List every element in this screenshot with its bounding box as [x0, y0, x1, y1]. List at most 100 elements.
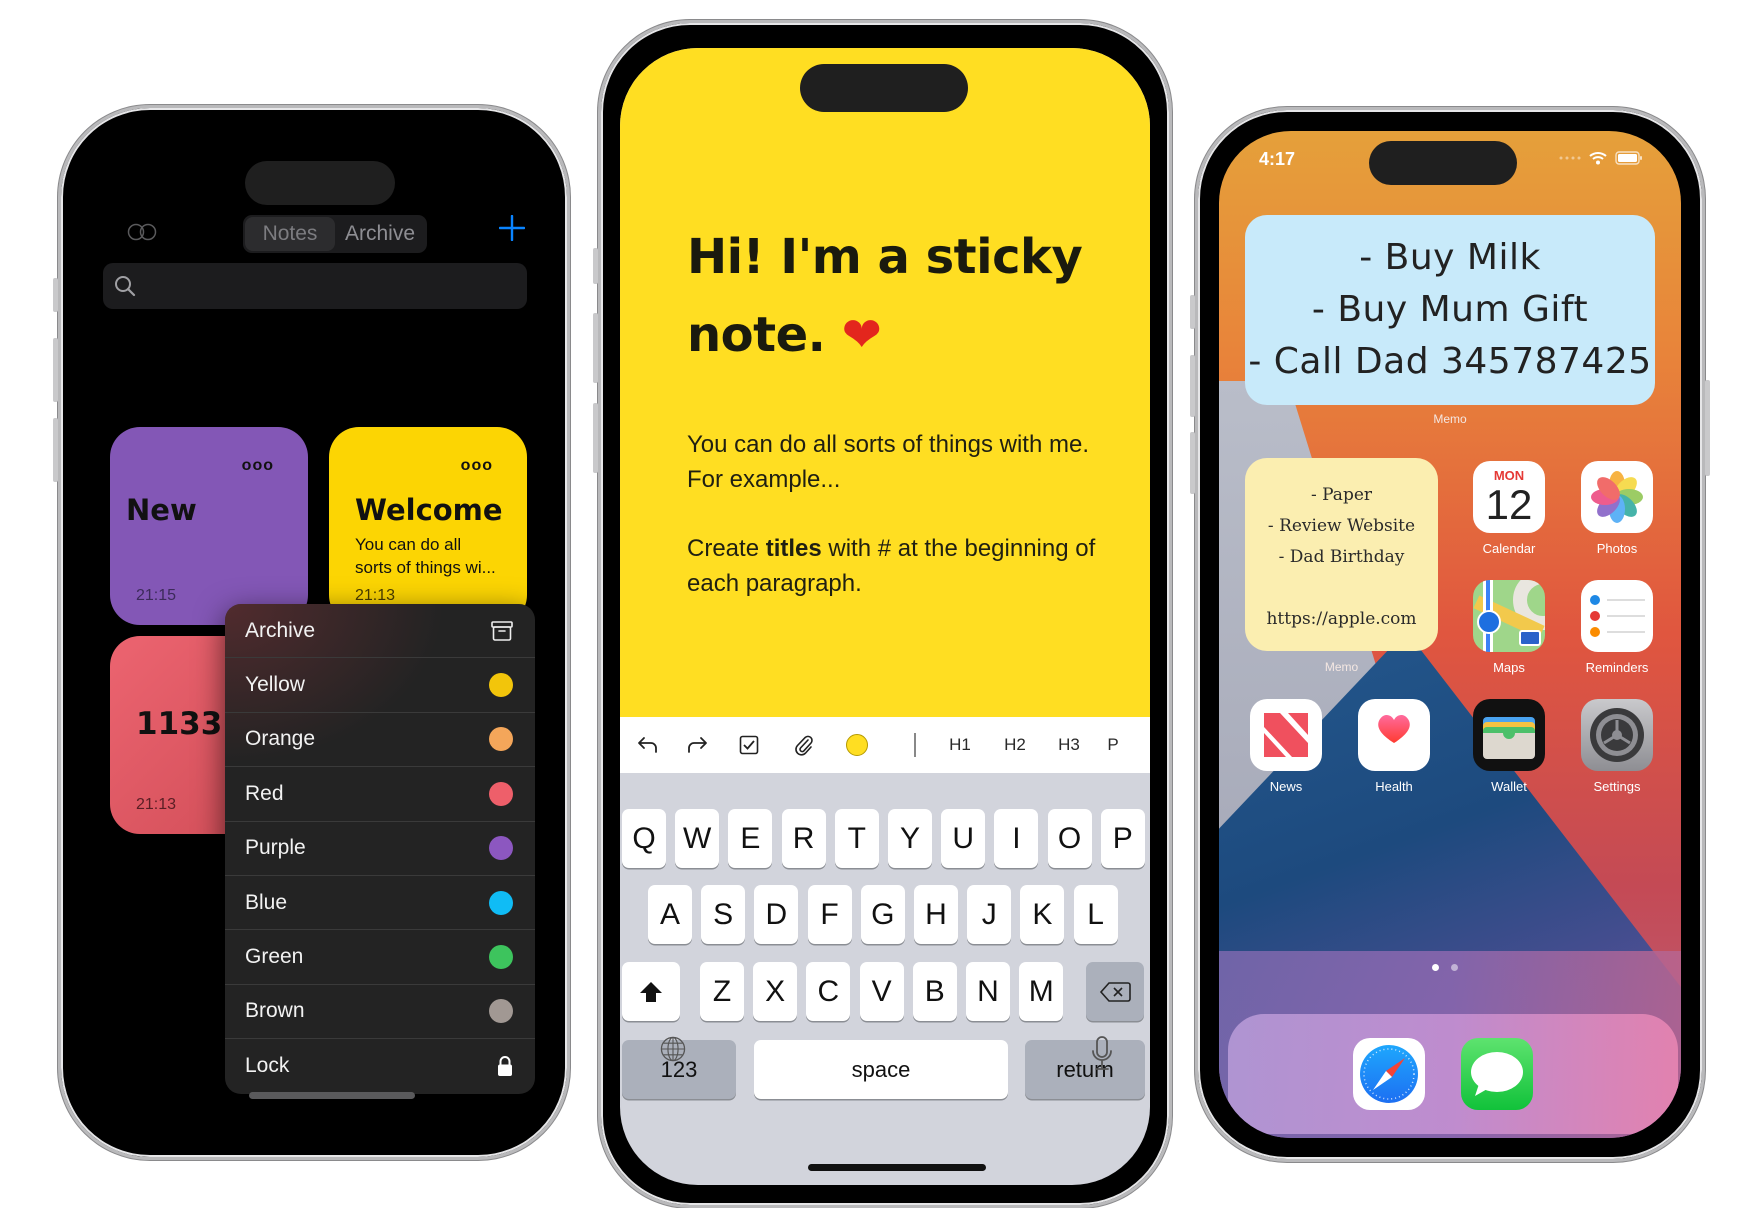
- search-field[interactable]: [103, 263, 527, 309]
- app-settings[interactable]: Settings: [1581, 699, 1653, 794]
- preview-line: sorts of things wi...: [355, 558, 496, 577]
- key-a[interactable]: A: [648, 885, 692, 944]
- backspace-key[interactable]: [1086, 962, 1144, 1021]
- app-reminders[interactable]: Reminders: [1581, 580, 1653, 675]
- key-d[interactable]: D: [754, 885, 799, 944]
- globe-button[interactable]: [660, 1036, 686, 1062]
- key-s[interactable]: S: [701, 885, 746, 944]
- dock-app-messages[interactable]: [1461, 1038, 1533, 1110]
- key-g[interactable]: G: [860, 885, 905, 944]
- heading1-button[interactable]: H1: [940, 717, 980, 773]
- key-k[interactable]: K: [1020, 885, 1065, 944]
- key-o[interactable]: O: [1047, 809, 1092, 868]
- home-indicator[interactable]: [808, 1164, 986, 1171]
- app-health[interactable]: Health: [1358, 699, 1430, 794]
- key-u[interactable]: U: [941, 809, 986, 868]
- key-x[interactable]: X: [753, 962, 798, 1021]
- key-r[interactable]: R: [781, 809, 826, 868]
- key-p[interactable]: P: [1100, 809, 1145, 868]
- more-options-icon[interactable]: ooo: [461, 457, 493, 475]
- key-e[interactable]: E: [728, 809, 773, 868]
- cellular-signal-icon: [1559, 156, 1581, 160]
- note-card-welcome[interactable]: ooo Welcome You can do all sorts of thin…: [329, 427, 527, 625]
- checklist-button[interactable]: [729, 717, 769, 773]
- key-i[interactable]: I: [994, 809, 1039, 868]
- key-q[interactable]: Q: [622, 809, 666, 868]
- key-y[interactable]: Y: [888, 809, 932, 868]
- note-color-button[interactable]: [837, 717, 877, 773]
- heading2-button[interactable]: H2: [995, 717, 1035, 773]
- key-f[interactable]: F: [807, 885, 852, 944]
- search-input[interactable]: [147, 271, 507, 301]
- app-wallet[interactable]: Wallet: [1473, 699, 1545, 794]
- note-card-new[interactable]: ooo New 21:15: [110, 427, 308, 625]
- attach-button[interactable]: [784, 717, 824, 773]
- memo-link[interactable]: https://apple.com: [1245, 604, 1438, 635]
- app-photos[interactable]: Photos: [1581, 461, 1653, 556]
- heading3-button[interactable]: H3: [1049, 717, 1089, 773]
- key-b[interactable]: B: [912, 962, 957, 1021]
- more-options-icon[interactable]: ooo: [242, 457, 274, 475]
- note-title-line: Hi! I'm a sticky: [687, 229, 1083, 285]
- menu-item-label: Purple: [245, 836, 306, 860]
- paragraph-button[interactable]: P: [1098, 717, 1128, 773]
- menu-item-lock[interactable]: Lock: [225, 1039, 535, 1093]
- app-maps[interactable]: Maps: [1473, 580, 1545, 675]
- menu-item-yellow[interactable]: Yellow: [225, 658, 535, 713]
- notes-archive-segmented-control: Notes Archive: [243, 215, 427, 253]
- key-w[interactable]: W: [675, 809, 720, 868]
- key-t[interactable]: T: [834, 809, 879, 868]
- memo-widget-small[interactable]: - Paper - Review Website - Dad Birthday …: [1245, 458, 1438, 651]
- redo-button[interactable]: [677, 717, 717, 773]
- note-card-time: 21:15: [136, 587, 177, 604]
- menu-item-purple[interactable]: Purple: [225, 822, 535, 876]
- key-j[interactable]: J: [967, 885, 1012, 944]
- volume-up-button: [53, 338, 58, 402]
- key-m[interactable]: M: [1019, 962, 1064, 1021]
- dictation-button[interactable]: [1087, 1036, 1117, 1072]
- preview-line: You can do all: [355, 535, 462, 554]
- key-z[interactable]: Z: [700, 962, 744, 1021]
- menu-item-blue[interactable]: Blue: [225, 876, 535, 931]
- shift-key[interactable]: [622, 962, 680, 1021]
- menu-item-archive[interactable]: Archive: [225, 604, 535, 659]
- app-calendar[interactable]: MON 12 Calendar: [1473, 461, 1545, 556]
- memo-widget-large[interactable]: - Buy Milk - Buy Mum Gift - Call Dad 345…: [1245, 215, 1655, 405]
- volume-down-button: [593, 403, 598, 473]
- undo-button[interactable]: [628, 717, 668, 773]
- note-text-area[interactable]: Hi! I'm a sticky note. ❤ You can do all …: [620, 48, 1150, 717]
- add-note-button[interactable]: [498, 208, 526, 248]
- note-editor-phone: Hi! I'm a sticky note. ❤ You can do all …: [593, 20, 1172, 1208]
- action-button: [593, 248, 598, 284]
- page-dot[interactable]: [1451, 964, 1458, 971]
- key-h[interactable]: H: [914, 885, 958, 944]
- key-n[interactable]: N: [966, 962, 1010, 1021]
- menu-item-label: Yellow: [245, 673, 305, 697]
- space-key[interactable]: space: [754, 1040, 1008, 1099]
- notes-list-screen: Notes Archive ooo New 21:15 ooo Welcome …: [79, 126, 549, 1139]
- menu-item-green[interactable]: Green: [225, 930, 535, 985]
- page-dot-active[interactable]: [1432, 964, 1439, 971]
- app-news[interactable]: News: [1250, 699, 1322, 794]
- menu-item-red[interactable]: Red: [225, 767, 535, 822]
- home-indicator[interactable]: [249, 1092, 415, 1099]
- menu-item-orange[interactable]: Orange: [225, 713, 535, 768]
- action-button: [53, 278, 58, 312]
- theme-toggle-icon[interactable]: [127, 223, 159, 241]
- key-v[interactable]: V: [859, 962, 904, 1021]
- key-l[interactable]: L: [1073, 885, 1118, 944]
- page-indicator[interactable]: [1432, 964, 1458, 971]
- memo-line-blank: [1245, 573, 1438, 604]
- menu-item-brown[interactable]: Brown: [225, 985, 535, 1040]
- formatting-toolbar: H1 H2 H3 P: [620, 717, 1150, 773]
- key-c[interactable]: C: [806, 962, 851, 1021]
- tab-notes[interactable]: Notes: [245, 217, 335, 251]
- map-location-icon: [1477, 610, 1501, 634]
- note-editor-screen: Hi! I'm a sticky note. ❤ You can do all …: [620, 48, 1150, 1185]
- return-key[interactable]: return: [1025, 1040, 1145, 1099]
- health-heart-icon: [1378, 714, 1410, 743]
- tab-archive[interactable]: Archive: [335, 217, 425, 251]
- app-name: Maps: [1493, 660, 1525, 675]
- safari-icon: [1353, 1038, 1425, 1110]
- dock-app-safari[interactable]: [1353, 1038, 1425, 1110]
